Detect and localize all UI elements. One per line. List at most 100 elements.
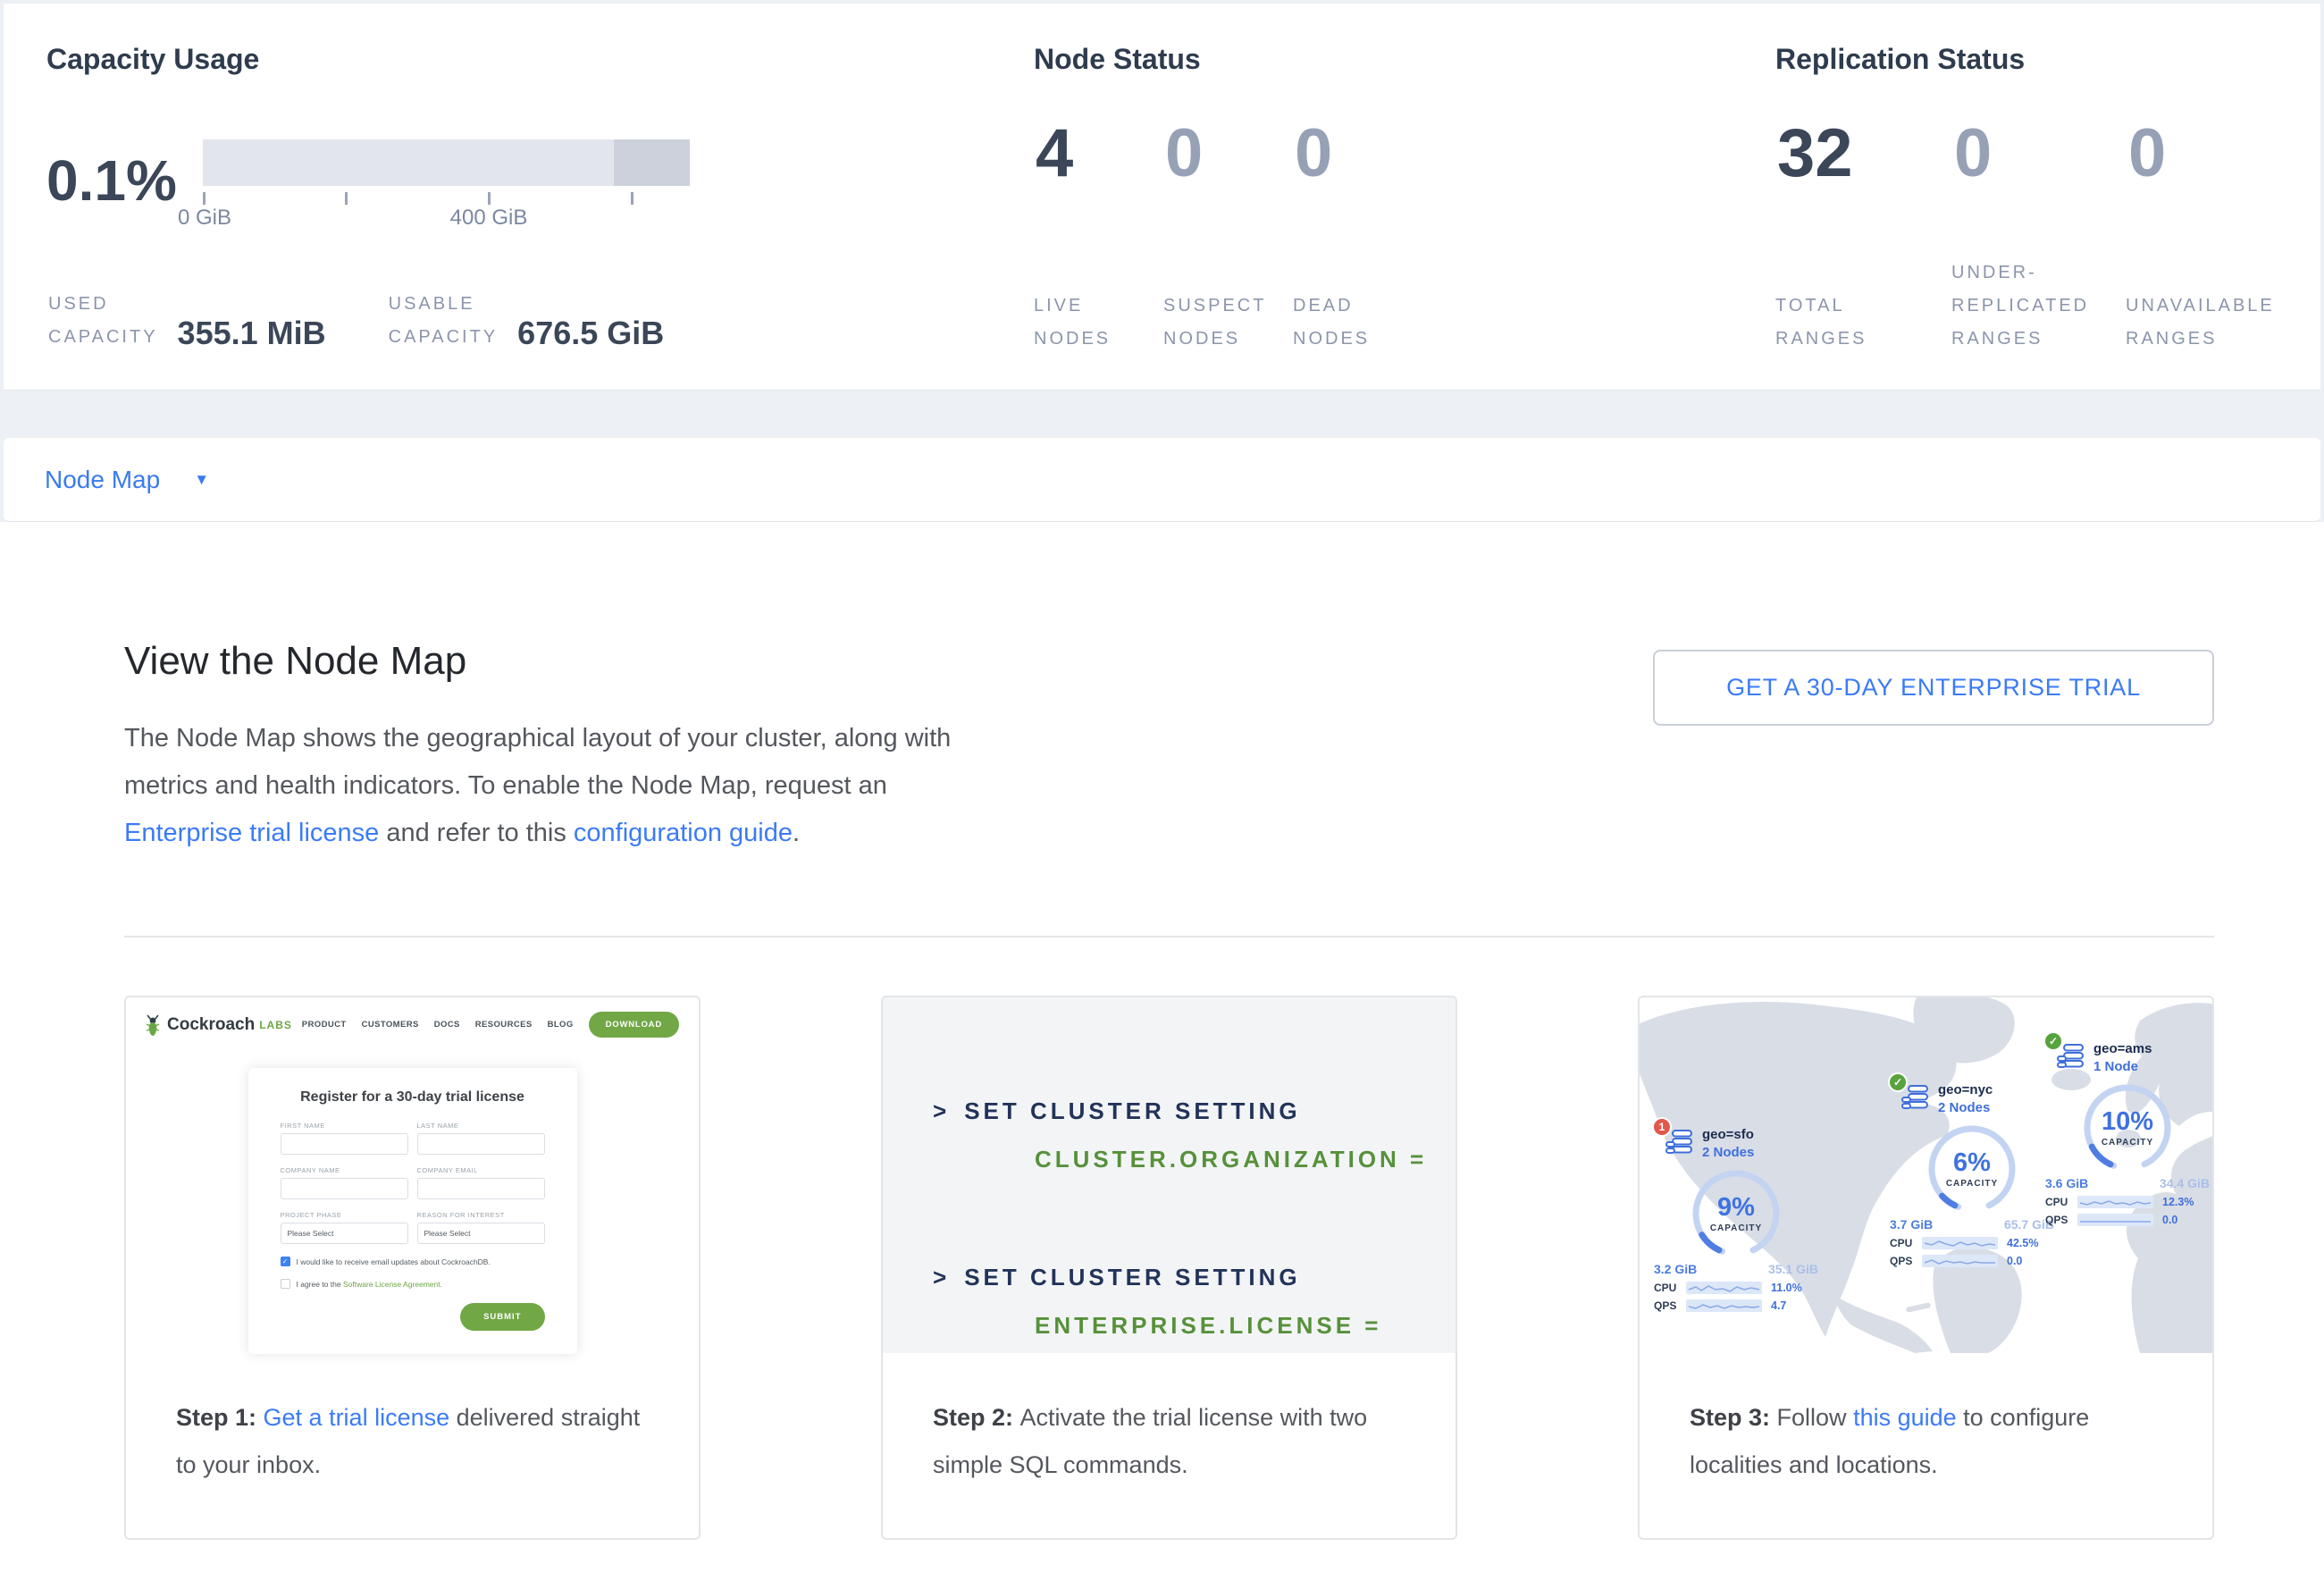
cockroach-labs-logo: Cockroach LABS (144, 1013, 292, 1037)
map-cluster-ams: ✓ geo=ams (2043, 1040, 2212, 1226)
cockroach-labs-site-thumbnail: Cockroach LABS PRODUCT CUSTOMERS DOCS RE… (126, 997, 699, 1373)
suspect-nodes-value: 0 (1165, 118, 1203, 189)
submit-pill-button: SUBMIT (460, 1303, 544, 1331)
cluster-head: 1 geo=sfo (1652, 1126, 1831, 1162)
step1-label: Step 1: (176, 1404, 264, 1431)
gauge-text: 10% CAPACITY (2081, 1081, 2174, 1174)
locality-name: geo=nyc (1938, 1081, 1993, 1099)
capacity-usage-title: Capacity Usage (46, 43, 259, 76)
get-enterprise-trial-button[interactable]: GET A 30-DAY ENTERPRISE TRIAL (1653, 650, 2214, 726)
checkbox2-label: I agree to the Software License Agreemen… (297, 1280, 443, 1289)
under-replicated-ranges-label: UNDER- REPLICATED RANGES (1951, 256, 2089, 356)
page-title: View the Node Map (124, 639, 466, 684)
cpu-label: CPU (1654, 1282, 1686, 1294)
locality-name: geo=sfo (1702, 1126, 1754, 1144)
gauge-text: 6% CAPACITY (1925, 1122, 2018, 1215)
license-agreement-checkbox-row: I agree to the Software License Agreemen… (281, 1279, 545, 1289)
step2-label: Step 2: (933, 1404, 1020, 1431)
used-capacity: 3.7 GiB (1890, 1217, 1933, 1232)
capacity-label: CAPACITY (1946, 1179, 1998, 1189)
cpu-sparkline (1922, 1237, 1998, 1249)
nav-customers: CUSTOMERS (362, 1020, 419, 1030)
node-map-enable-content: View the Node Map The Node Map shows the… (0, 522, 2324, 1589)
qps-label: QPS (1654, 1299, 1686, 1312)
select-input: Please Select (281, 1223, 408, 1244)
total-capacity: 35.1 GiB (1768, 1262, 1818, 1276)
capacity-bar-ticks (203, 186, 690, 204)
enterprise-trial-license-link[interactable]: Enterprise trial license (124, 819, 379, 847)
usable-capacity-label: USABLE CAPACITY (389, 288, 499, 354)
capacity-bar-track (203, 139, 690, 186)
cpu-row: CPU 42.5% (1888, 1237, 2067, 1249)
total-ranges-label: TOTAL RANGES (1775, 290, 1867, 356)
dead-nodes-label: DEAD NODES (1293, 290, 1370, 356)
capacity-bar-tick-labels: 0 GiB 400 GiB (203, 204, 690, 231)
node-map-dropdown[interactable]: Node Map ▼ (4, 438, 2320, 522)
checkbox-unchecked-icon (281, 1279, 290, 1289)
cluster-labels: geo=sfo 2 Nodes (1702, 1126, 1754, 1162)
cpu-value: 12.3% (2162, 1196, 2194, 1208)
step2-card: > SET CLUSTER SETTING CLUSTER.ORGANIZATIO… (881, 996, 1457, 1540)
cpu-sparkline (2077, 1196, 2153, 1208)
healthy-badge-icon: ✓ (2043, 1031, 2063, 1051)
tick-label-0gib: 0 GiB (178, 206, 231, 231)
dead-nodes-value: 0 (1295, 118, 1332, 189)
field-label: LAST NAME (417, 1122, 545, 1130)
qps-value: 0.0 (2007, 1255, 2022, 1267)
sql-line-3: > SET CLUSTER SETTING (933, 1264, 1301, 1291)
node-map-dropdown-label[interactable]: Node Map (45, 466, 160, 494)
capacity-gauge: 6% CAPACITY (1925, 1122, 2018, 1215)
cluster-head: ✓ geo=ams (2043, 1040, 2212, 1076)
capacity-values-row: USED CAPACITY 355.1 MiB USABLE CAPACITY … (48, 288, 664, 354)
tick-mark (488, 192, 491, 205)
brand-name: Cockroach (167, 1015, 255, 1035)
step2-card-image: > SET CLUSTER SETTING CLUSTER.ORGANIZATIO… (883, 997, 1456, 1353)
capacity-gauge: 9% CAPACITY (1690, 1167, 1783, 1260)
step1-card-image: Cockroach LABS PRODUCT CUSTOMERS DOCS RE… (126, 997, 699, 1353)
chevron-down-icon[interactable]: ▼ (194, 471, 209, 489)
sql-line-2: CLUSTER.ORGANIZATION = (1035, 1146, 1427, 1173)
field-label: COMPANY EMAIL (417, 1166, 545, 1174)
field-label: REASON FOR INTEREST (417, 1211, 545, 1219)
capacity-usage-chart: 0.1% 0 GiB 400 GiB (46, 139, 690, 231)
checkbox2-text: I agree to the (297, 1280, 343, 1289)
used-capacity-label: USED CAPACITY (48, 288, 158, 354)
configuration-guide-link[interactable]: configuration guide (574, 819, 793, 847)
text-input (281, 1178, 408, 1199)
field-last-name: LAST NAME (417, 1122, 545, 1155)
capacity-label: CAPACITY (2102, 1138, 2153, 1148)
nav-blog: BLOG (548, 1020, 574, 1030)
submit-row: SUBMIT (281, 1303, 545, 1331)
field-first-name: FIRST NAME (281, 1122, 408, 1155)
field-label: COMPANY NAME (281, 1166, 408, 1174)
this-guide-link[interactable]: this guide (1853, 1404, 1957, 1431)
tick-mark (345, 192, 348, 205)
intro-text-1: The Node Map shows the geographical layo… (124, 724, 951, 800)
sql-statement: SET CLUSTER SETTING (964, 1097, 1300, 1124)
capacity-bar-reserved-segment (614, 139, 690, 186)
unavailable-ranges-value: 0 (2128, 118, 2166, 189)
text-input (417, 1133, 545, 1155)
top-summary-region: Capacity Usage 0.1% (0, 0, 2324, 522)
capacity-gauge: 10% CAPACITY (2081, 1081, 2174, 1174)
capacity-values: 3.6 GiB 34.4 GiB (2043, 1176, 2211, 1190)
error-badge-icon: 1 (1652, 1117, 1672, 1137)
form-title: Register for a 30-day trial license (281, 1089, 545, 1106)
email-updates-checkbox-row: ✓ I would like to receive email updates … (281, 1257, 545, 1266)
replication-status-title: Replication Status (1775, 43, 2025, 76)
cpu-label: CPU (2045, 1196, 2077, 1208)
minisite-header: Cockroach LABS PRODUCT CUSTOMERS DOCS RE… (126, 997, 699, 1038)
intro-paragraph: The Node Map shows the geographical layo… (124, 715, 973, 857)
capacity-percent: 10% (2102, 1108, 2153, 1135)
step3-card-image: 1 geo=sfo (1640, 997, 2212, 1353)
sql-statement: SET CLUSTER SETTING (964, 1264, 1300, 1291)
sql-line-1: > SET CLUSTER SETTING (933, 1097, 1301, 1125)
step3-card: 1 geo=sfo (1638, 996, 2214, 1540)
node-status-title: Node Status (1034, 43, 1201, 76)
sql-prompt: > (933, 1264, 950, 1291)
sql-prompt: > (933, 1097, 950, 1124)
get-trial-license-link[interactable]: Get a trial license (264, 1404, 450, 1431)
cpu-sparkline (1686, 1282, 1762, 1294)
section-divider (124, 936, 2214, 937)
tick-mark (203, 192, 206, 205)
